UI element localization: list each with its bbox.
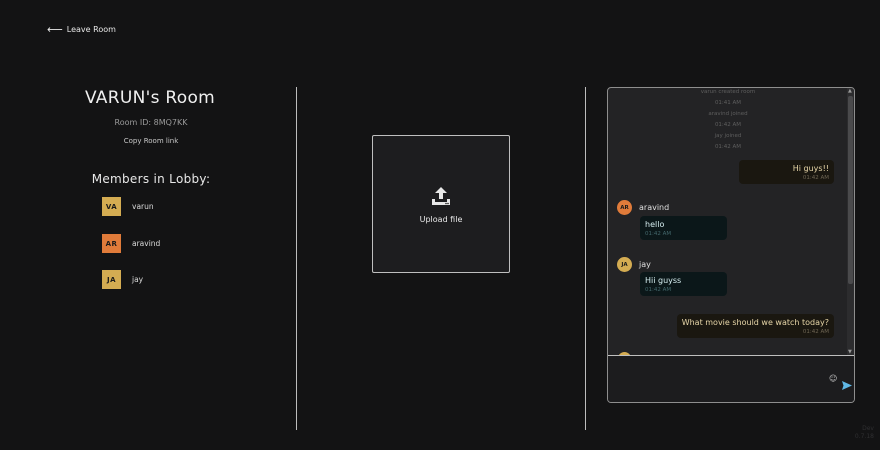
message-text: Hii guyss <box>645 276 682 285</box>
send-icon[interactable] <box>842 375 852 394</box>
divider-right <box>585 87 586 430</box>
watermark-line: Dev <box>862 425 874 432</box>
sender-name: jay <box>639 260 651 269</box>
message-text: hello <box>645 220 665 229</box>
outgoing-message: What movie should we watch today? 01:42 … <box>676 314 834 338</box>
copy-room-link-button[interactable]: Copy Room link <box>0 137 302 145</box>
incoming-message: Hii guyss 01:42 AM <box>640 272 727 296</box>
message-text: What movie should we watch today? <box>681 318 829 327</box>
room-info-panel: VARUN's Room Room ID: 8MQ7KK Copy Room l… <box>0 0 296 450</box>
chat-panel: varun created room 01:41 AM aravind join… <box>607 87 855 403</box>
watermark-line: 0.7.18 <box>854 433 874 440</box>
avatar: AR <box>102 234 121 253</box>
system-message-time: 01:42 AM <box>714 144 742 150</box>
member-item: JA jay <box>102 270 143 289</box>
avatar: JA <box>617 257 632 272</box>
chat-input-area: ☺ <box>608 355 854 402</box>
avatar: JA <box>102 270 121 289</box>
incoming-message: hello 01:42 AM <box>640 216 727 240</box>
avatar: AR <box>617 200 632 215</box>
member-name: jay <box>132 275 144 284</box>
message-time: 01:42 AM <box>802 175 829 181</box>
message-time: 01:42 AM <box>645 231 672 237</box>
system-message: jay joined <box>714 133 742 139</box>
chat-scrollbar[interactable]: ▲ ▼ <box>847 88 854 355</box>
system-message-time: 01:41 AM <box>714 100 742 106</box>
scroll-up-icon[interactable]: ▲ <box>848 88 852 94</box>
outgoing-message: Hi guys!! 01:42 AM <box>739 160 834 184</box>
system-message-time: 01:42 AM <box>714 122 742 128</box>
emoji-icon[interactable]: ☺ <box>829 375 837 383</box>
member-item: AR aravind <box>102 234 160 253</box>
message-sender: JA jay <box>617 257 651 272</box>
message-text: Hi guys!! <box>792 164 829 173</box>
avatar: VA <box>102 197 121 216</box>
chat-messages[interactable]: varun created room 01:41 AM aravind join… <box>608 88 848 355</box>
upload-icon <box>430 185 452 211</box>
room-id: Room ID: 8MQ7KK <box>114 118 188 127</box>
version-watermark: Dev 0.7.18 <box>855 425 874 441</box>
system-message: aravind joined <box>708 111 748 117</box>
message-sender: AR aravind <box>617 200 669 215</box>
scrollbar-thumb[interactable] <box>848 96 853 284</box>
sender-name: aravind <box>639 203 670 212</box>
divider-left <box>296 87 297 430</box>
room-title: VARUN's Room <box>84 88 216 108</box>
system-message: varun created room <box>700 89 756 95</box>
members-heading: Members in Lobby: <box>91 172 211 186</box>
upload-file-button[interactable]: Upload file <box>372 135 510 273</box>
member-item: VA varun <box>102 197 154 216</box>
member-name: aravind <box>132 239 161 248</box>
chat-message-input[interactable] <box>614 368 814 388</box>
message-time: 01:42 AM <box>645 287 672 293</box>
member-name: varun <box>132 202 154 211</box>
message-time: 01:42 AM <box>802 329 829 335</box>
upload-label: Upload file <box>419 214 463 224</box>
